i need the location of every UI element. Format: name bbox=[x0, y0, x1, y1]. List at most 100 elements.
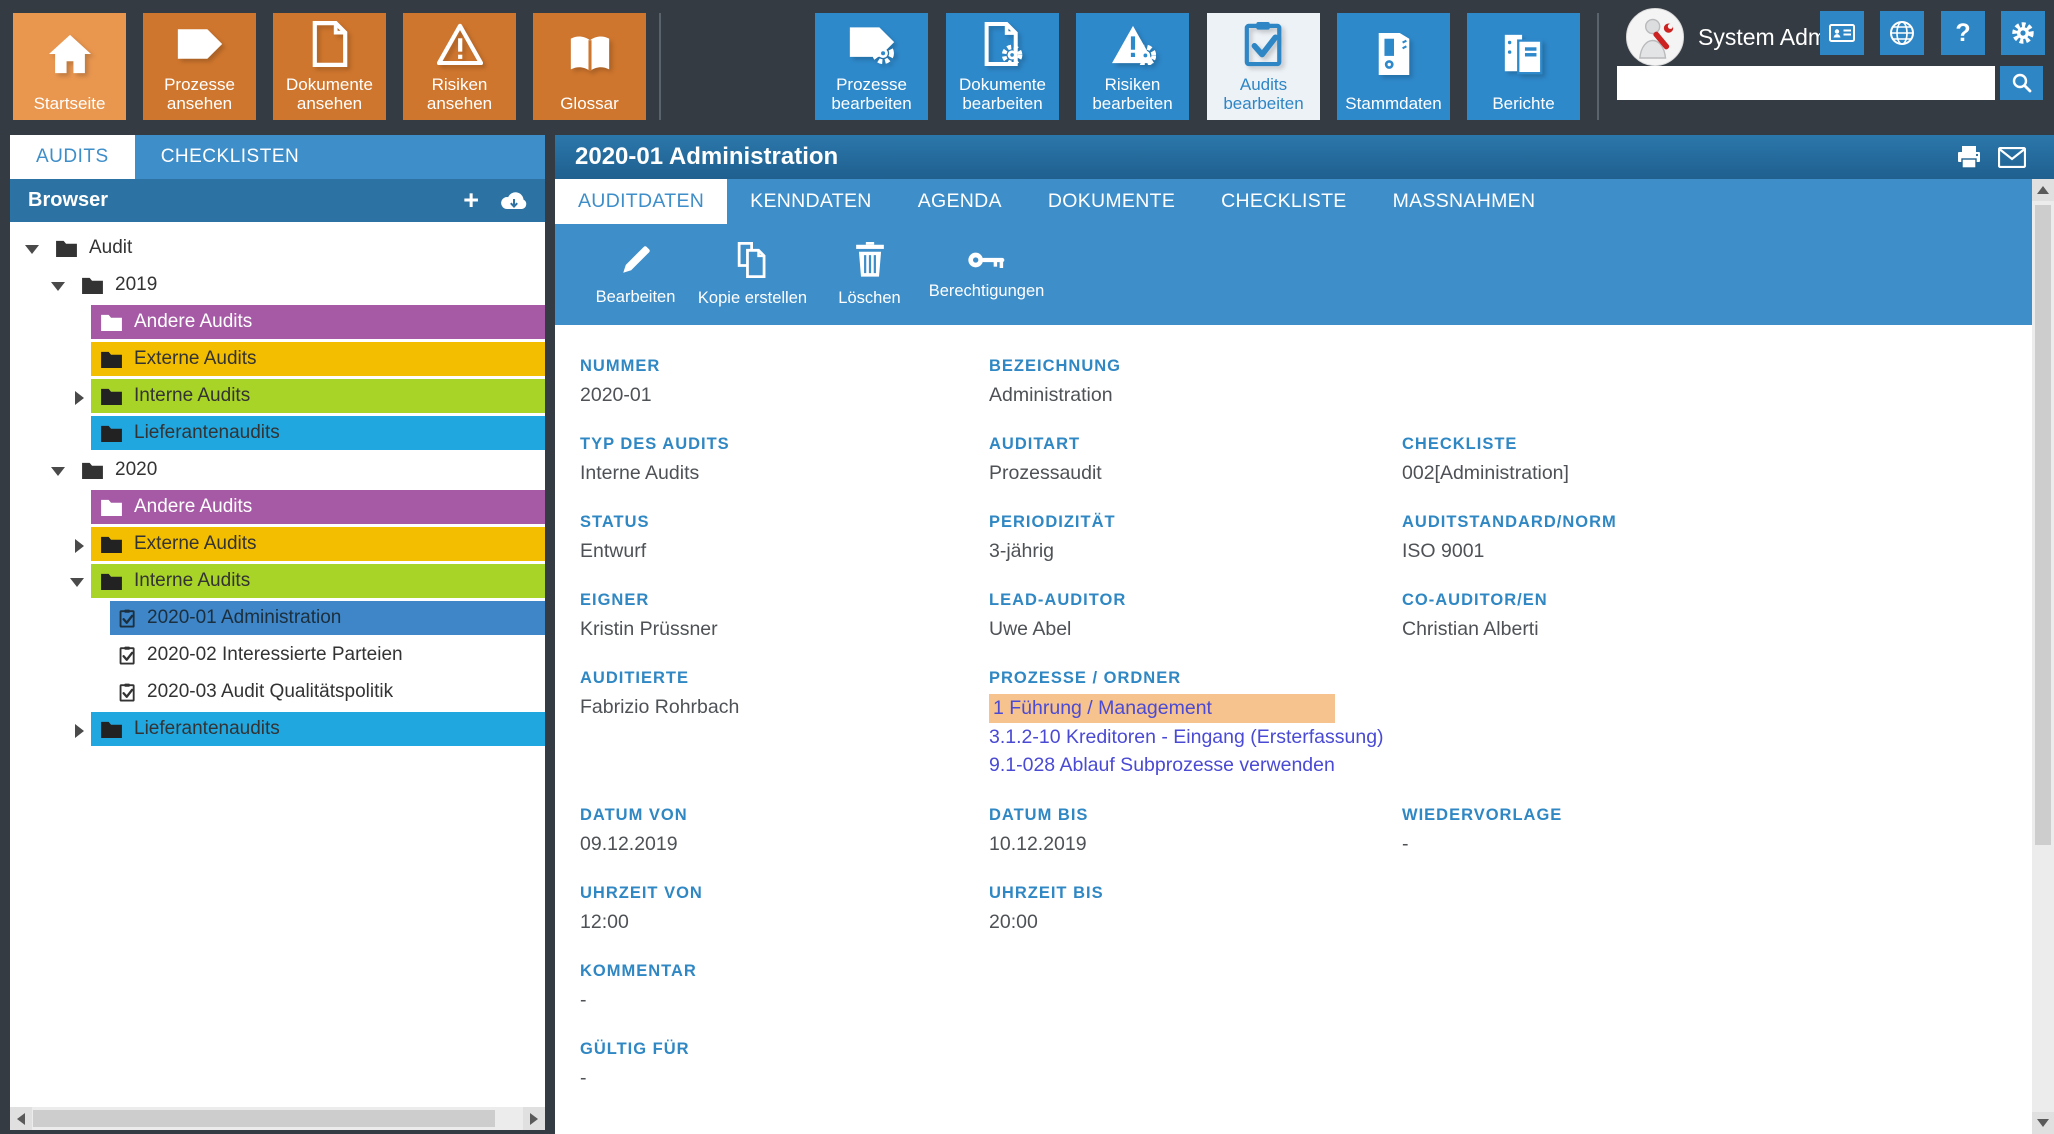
help-icon[interactable]: ? bbox=[1941, 11, 1985, 55]
top-bar: Startseite Prozesse ansehen Dokumente an… bbox=[0, 0, 2054, 133]
nav-berichte-button[interactable]: Berichte bbox=[1467, 13, 1580, 120]
main-vertical-scrollbar[interactable] bbox=[2032, 179, 2054, 1134]
field-value: 002[Administration] bbox=[1402, 460, 2032, 487]
tab-auditdaten[interactable]: AUDITDATEN bbox=[555, 179, 727, 224]
expand-arrow-icon[interactable] bbox=[51, 467, 65, 476]
nav-risiken-ansehen-button[interactable]: Risiken ansehen bbox=[403, 13, 516, 120]
search-input[interactable] bbox=[1617, 66, 1995, 100]
nav-dokumente-ansehen-button[interactable]: Dokumente ansehen bbox=[273, 13, 386, 120]
nav-dokumente-bearbeiten-button[interactable]: Dokumente bearbeiten bbox=[946, 13, 1059, 120]
topbar-divider bbox=[659, 13, 661, 120]
tree-item-2020-02-interessierte-parteien[interactable]: 2020-02 Interessierte Parteien bbox=[10, 638, 545, 675]
field-periodizitaet: PERIODIZITÄT 3-jährig bbox=[989, 512, 1402, 565]
kopie-erstellen-button[interactable]: Kopie erstellen bbox=[694, 224, 811, 325]
field-label: AUDITART bbox=[989, 434, 1402, 454]
tree-node-externe-audits-2019[interactable]: Externe Audits bbox=[10, 342, 545, 379]
nav-startseite-button[interactable]: Startseite bbox=[13, 13, 126, 120]
nav-glossar-button[interactable]: Glossar bbox=[533, 13, 646, 120]
tree-node-2019[interactable]: 2019 bbox=[10, 268, 545, 305]
cloud-download-icon[interactable] bbox=[499, 190, 529, 212]
field-auditart: AUDITART Prozessaudit bbox=[989, 434, 1402, 487]
tree-label: 2020-01 Administration bbox=[147, 607, 341, 629]
berechtigungen-button[interactable]: Berechtigungen bbox=[928, 224, 1045, 325]
tree-label: Lieferantenaudits bbox=[134, 718, 280, 740]
tab-massnahmen[interactable]: MASSNAHMEN bbox=[1370, 179, 1559, 224]
tree-node-interne-audits-2019[interactable]: Interne Audits bbox=[10, 379, 545, 416]
expand-arrow-icon[interactable] bbox=[51, 282, 65, 291]
tree-item-2020-01-administration[interactable]: 2020-01 Administration bbox=[10, 601, 545, 638]
nav-stammdaten-button[interactable]: Stammdaten bbox=[1337, 13, 1450, 120]
expand-arrow-icon[interactable] bbox=[75, 539, 84, 553]
scrollbar-thumb[interactable] bbox=[33, 1110, 495, 1127]
auditdaten-form: NUMMER 2020-01 BEZEICHNUNG Administratio… bbox=[555, 325, 2032, 1134]
field-auditierte: AUDITIERTE Fabrizio Rohrbach bbox=[580, 668, 989, 780]
tree-node-2020[interactable]: 2020 bbox=[10, 453, 545, 490]
audit-item-icon bbox=[119, 608, 136, 629]
expand-arrow-icon[interactable] bbox=[70, 578, 84, 587]
nav-prozesse-bearbeiten-button[interactable]: Prozesse bearbeiten bbox=[815, 13, 928, 120]
process-link[interactable]: 9.1-028 Ablauf Subprozesse verwenden bbox=[989, 751, 1335, 780]
field-row: AUDITIERTE Fabrizio Rohrbach PROZESSE / … bbox=[580, 668, 2032, 780]
tree-node-lieferantenaudits-2020[interactable]: Lieferantenaudits bbox=[10, 712, 545, 749]
field-row: TYP DES AUDITS Interne Audits AUDITART P… bbox=[580, 434, 2032, 487]
expand-arrow-icon[interactable] bbox=[25, 245, 39, 254]
tab-label: KENNDATEN bbox=[750, 190, 872, 212]
folder-icon bbox=[100, 387, 123, 405]
field-status: STATUS Entwurf bbox=[580, 512, 989, 565]
sidebar-horizontal-scrollbar[interactable] bbox=[10, 1107, 545, 1130]
scroll-right-button[interactable] bbox=[523, 1107, 545, 1130]
scrollbar-thumb[interactable] bbox=[2035, 205, 2051, 845]
bearbeiten-button[interactable]: Bearbeiten bbox=[577, 224, 694, 325]
field-gueltig-fuer: GÜLTIG FÜR - bbox=[580, 1039, 989, 1092]
tab-checkliste[interactable]: CHECKLISTE bbox=[1198, 179, 1369, 224]
field-label: TYP DES AUDITS bbox=[580, 434, 989, 454]
process-tag-icon bbox=[143, 13, 256, 75]
mail-icon[interactable] bbox=[1998, 147, 2026, 168]
field-value: - bbox=[1402, 831, 2032, 858]
field-value: 20:00 bbox=[989, 909, 1402, 936]
field-kommentar: KOMMENTAR - bbox=[580, 961, 989, 1014]
field-value: Entwurf bbox=[580, 538, 989, 565]
field-row: KOMMENTAR - bbox=[580, 961, 2032, 1014]
nav-prozesse-ansehen-button[interactable]: Prozesse ansehen bbox=[143, 13, 256, 120]
field-eigner: EIGNER Kristin Prüssner bbox=[580, 590, 989, 643]
print-icon[interactable] bbox=[1956, 145, 1982, 169]
expand-arrow-icon[interactable] bbox=[75, 724, 84, 738]
help-glyph: ? bbox=[1955, 19, 1970, 48]
nav-audits-bearbeiten-button[interactable]: Audits bearbeiten bbox=[1207, 13, 1320, 120]
field-label: PERIODIZITÄT bbox=[989, 512, 1402, 532]
scroll-down-button[interactable] bbox=[2032, 1112, 2054, 1134]
process-link[interactable]: 1 Führung / Management bbox=[989, 694, 1335, 723]
toolbar-label: Bearbeiten bbox=[596, 288, 676, 307]
field-checkliste: CHECKLISTE 002[Administration] bbox=[1402, 434, 2032, 487]
tree-node-andere-audits-2020[interactable]: Andere Audits bbox=[10, 490, 545, 527]
folder-icon bbox=[81, 461, 104, 479]
tree-node-audit[interactable]: Audit bbox=[10, 231, 545, 268]
nav-label: Berichte bbox=[1492, 94, 1554, 113]
tree-node-interne-audits-2020[interactable]: Interne Audits bbox=[10, 564, 545, 601]
scroll-left-button[interactable] bbox=[10, 1107, 32, 1130]
tab-kenndaten[interactable]: KENNDATEN bbox=[727, 179, 895, 224]
globe-icon[interactable] bbox=[1880, 11, 1924, 55]
expand-arrow-icon[interactable] bbox=[75, 391, 84, 405]
tree-node-andere-audits-2019[interactable]: Andere Audits bbox=[10, 305, 545, 342]
nav-risiken-bearbeiten-button[interactable]: Risiken bearbeiten bbox=[1076, 13, 1189, 120]
tree-item-2020-03-audit-qualitaetspolitik[interactable]: 2020-03 Audit Qualitätspolitik bbox=[10, 675, 545, 712]
process-link[interactable]: 3.1.2-10 Kreditoren - Eingang (Ersterfas… bbox=[989, 723, 1384, 752]
tab-checklisten[interactable]: CHECKLISTEN bbox=[135, 135, 326, 179]
tree-node-externe-audits-2020[interactable]: Externe Audits bbox=[10, 527, 545, 564]
id-card-icon[interactable] bbox=[1820, 11, 1864, 55]
loeschen-button[interactable]: Löschen bbox=[811, 224, 928, 325]
scroll-up-button[interactable] bbox=[2032, 179, 2054, 201]
tab-agenda[interactable]: AGENDA bbox=[895, 179, 1025, 224]
tab-audits[interactable]: AUDITS bbox=[10, 135, 135, 179]
tree-node-lieferantenaudits-2019[interactable]: Lieferantenaudits bbox=[10, 416, 545, 453]
settings-gear-icon[interactable] bbox=[2001, 11, 2045, 55]
user-avatar[interactable] bbox=[1626, 8, 1684, 66]
field-label: LEAD-AUDITOR bbox=[989, 590, 1402, 610]
tab-dokumente[interactable]: DOKUMENTE bbox=[1025, 179, 1198, 224]
field-row: GÜLTIG FÜR - bbox=[580, 1039, 2032, 1092]
add-icon[interactable]: + bbox=[463, 187, 479, 214]
audit-tree: Audit 2019 Andere Audits Externe Audits bbox=[10, 222, 545, 1107]
search-button[interactable] bbox=[2000, 66, 2043, 100]
